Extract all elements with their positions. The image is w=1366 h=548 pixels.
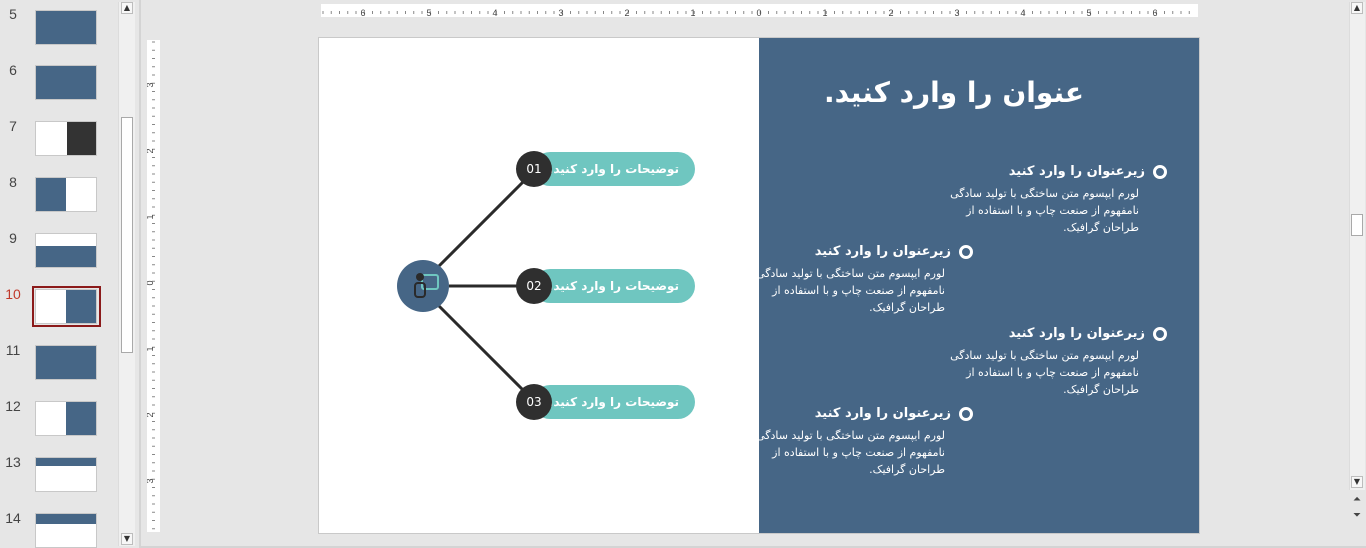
slide-number: 13 [5,454,21,470]
ruler-label: 1 [690,8,695,18]
ruler-label: 5 [426,8,431,18]
ruler-label: 4 [492,8,497,18]
slide-number: 6 [9,62,17,78]
ruler-label: 4 [1020,8,1025,18]
slide-number: 14 [5,510,21,526]
ruler-label: 2 [147,148,155,153]
ruler-label: 2 [624,8,629,18]
vertical-ruler-ticks: 3 2 1 0 1 2 3 [145,41,155,530]
slide-number: 11 [5,342,21,358]
branch-pill[interactable]: توضیحات را وارد کنید. [533,269,695,303]
thumbnail-scrollbar[interactable]: ▲ ▼ [118,2,135,546]
vertical-ruler: 3 2 1 0 1 2 3 [145,40,160,532]
slide-canvas[interactable]: عنوان را وارد کنید. زیرعنوان را وارد کنی… [319,38,1199,533]
hub-circle[interactable] [397,260,449,312]
slide-number-active: 10 [5,286,21,302]
scroll-thumb[interactable] [1351,214,1363,236]
branch-number: 02 [516,268,552,304]
scroll-up-icon[interactable]: ▲ [121,2,133,14]
ruler-label: 5 [1086,8,1091,18]
ruler-label: 0 [756,8,761,18]
branch-pill[interactable]: توضیحات را وارد کنید. [533,152,695,186]
ruler-label: 2 [147,412,155,417]
previous-slide-icon[interactable]: ⏶ [1351,494,1363,506]
ruler-label: 6 [360,8,365,18]
slide-number: 5 [9,6,17,22]
slide-thumbnail-9[interactable] [35,233,97,268]
branch-number: 03 [516,384,552,420]
ruler-label: 3 [147,82,155,87]
slide-thumbnail-12[interactable] [35,401,97,436]
slide-thumbnail-13[interactable] [35,457,97,492]
scroll-thumb[interactable] [121,117,133,353]
ruler-label: 1 [147,214,155,219]
ruler-label: 3 [954,8,959,18]
selected-slide-outline [32,286,101,327]
slide-thumbnail-7[interactable] [35,121,97,156]
slide-number: 7 [9,118,17,134]
horizontal-ruler: 6 5 4 3 2 1 0 1 2 3 4 5 6 [321,4,1198,18]
ruler-label: 0 [147,280,155,285]
branch-connectors [435,168,537,404]
branch-number: 01 [516,151,552,187]
slide-thumbnail-8[interactable] [35,177,97,212]
branch-pill[interactable]: توضیحات را وارد کنید. [533,385,695,419]
slide-number: 12 [5,398,21,414]
slide-thumbnail-6[interactable] [35,65,97,100]
slide-thumbnail-11[interactable] [35,345,97,380]
scroll-down-icon[interactable]: ▼ [1351,476,1363,488]
scroll-down-icon[interactable]: ▼ [121,533,133,545]
horizontal-ruler-ticks: 6 5 4 3 2 1 0 1 2 3 4 5 6 [322,8,1190,18]
slide-thumbnail-14[interactable] [35,513,97,548]
ruler-label: 3 [558,8,563,18]
ruler-label: 6 [1152,8,1157,18]
scroll-up-icon[interactable]: ▲ [1351,2,1363,14]
ruler-label: 1 [822,8,827,18]
person-chat-icon [414,273,439,298]
slide-number: 9 [9,230,17,246]
panel-divider [139,0,141,548]
ruler-label: 3 [147,478,155,483]
slide-number: 8 [9,174,17,190]
ruler-label: 1 [147,346,155,351]
slide-thumbnail-5[interactable] [35,10,97,45]
slide-thumbnail-panel: 5 6 7 8 9 10 11 12 13 14 ▲ ▼ [0,0,138,548]
next-slide-icon[interactable]: ⏷ [1351,510,1363,522]
slide-scrollbar[interactable]: ▲ ▼ [1349,2,1365,490]
ruler-label: 2 [888,8,893,18]
